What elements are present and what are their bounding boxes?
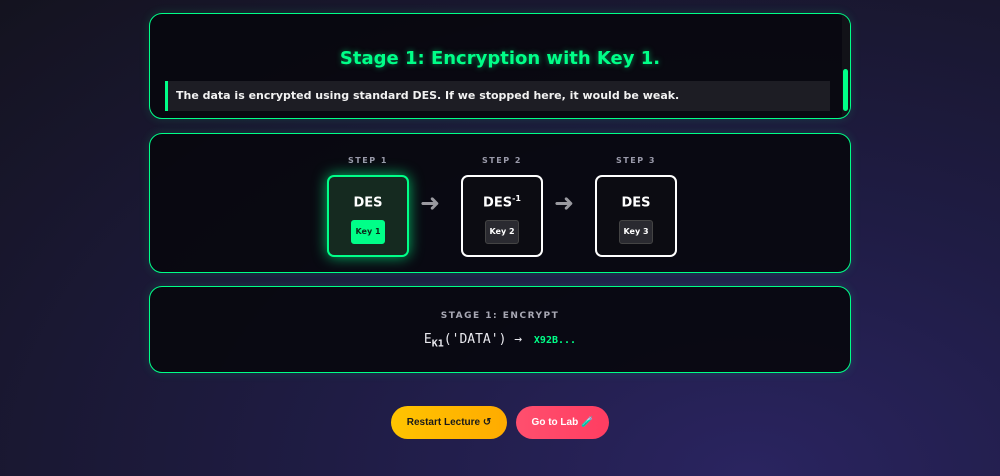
key-chip: Key 3 — [619, 220, 653, 244]
step-2: STEP 2 DES-1 Key 2 — [461, 156, 543, 257]
stage-panel-scrollbar[interactable] — [842, 14, 850, 118]
pipeline-panel: STEP 1 DES Key 1 ➜ STEP 2 DES-1 Key 2 ➜ … — [149, 133, 851, 273]
formula-label: STAGE 1: ENCRYPT — [440, 311, 560, 321]
step-1: STEP 1 DES Key 1 — [327, 156, 409, 257]
formula-func: E — [423, 332, 432, 347]
formula-argument: ('DATA') — [443, 332, 507, 347]
formula-subscript: K1 — [431, 338, 444, 350]
step-name: DES — [621, 195, 651, 211]
step-name: DES — [353, 195, 383, 211]
step-label: STEP 2 — [482, 156, 522, 165]
stage-panel: Stage 1: Encryption with Key 1. The data… — [149, 13, 851, 119]
go-to-lab-button[interactable]: Go to Lab 🧪 — [516, 406, 609, 439]
formula-panel: STAGE 1: ENCRYPT EK1('DATA') → X92B... — [149, 286, 851, 373]
stage-description: The data is encrypted using standard DES… — [165, 81, 830, 111]
restart-lecture-button[interactable]: Restart Lecture ↺ — [391, 406, 507, 439]
step-3: STEP 3 DES Key 3 — [595, 156, 677, 257]
step-name: DES-1 — [483, 194, 521, 211]
formula-arrow: → — [514, 332, 523, 347]
encryption-formula: EK1('DATA') → X92B... — [150, 332, 850, 350]
step-box-des-2: DES-1 Key 2 — [461, 175, 543, 257]
formula-result: X92B... — [533, 335, 577, 346]
step-box-des-3: DES Key 3 — [595, 175, 677, 257]
key-chip: Key 1 — [351, 220, 385, 244]
scrollbar-thumb[interactable] — [843, 69, 848, 111]
stage-title: Stage 1: Encryption with Key 1. — [339, 48, 661, 69]
step-label: STEP 3 — [616, 156, 656, 165]
arrow-right-icon: ➜ — [554, 189, 575, 217]
key-chip: Key 2 — [485, 220, 519, 244]
step-box-des-1: DES Key 1 — [327, 175, 409, 257]
arrow-right-icon: ➜ — [420, 189, 441, 217]
step-label: STEP 1 — [348, 156, 388, 165]
